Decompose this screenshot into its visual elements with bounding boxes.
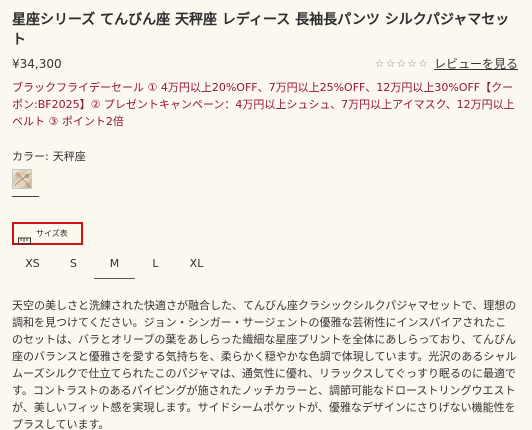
selected-color-name: 天秤座 bbox=[52, 150, 86, 163]
price-rating-row: ¥34,300 ☆ ☆ ☆ ☆ ☆ レビューを見る bbox=[12, 53, 518, 75]
promotion-text: ブラックフライデーセール ① 4万円以上20%OFF、7万円以上25%OFF、1… bbox=[12, 81, 515, 128]
star-icon: ☆ bbox=[374, 57, 385, 70]
product-page: 星座シリーズ てんびん座 天秤座 レディース 長袖長パンツ シルクパジャマセット… bbox=[0, 0, 532, 430]
star-icon: ☆ bbox=[418, 57, 428, 70]
star-icon: ☆ bbox=[407, 57, 418, 70]
size-option-l[interactable]: L bbox=[135, 247, 176, 281]
color-label-row: カラー: 天秤座 bbox=[12, 149, 520, 165]
size-option-xs[interactable]: XS bbox=[12, 247, 53, 281]
rating-stars: ☆ ☆ ☆ ☆ ☆ bbox=[375, 57, 428, 71]
size-option-xl[interactable]: XL bbox=[176, 247, 217, 281]
star-icon: ☆ bbox=[396, 57, 407, 70]
product-price: ¥34,300 bbox=[12, 57, 62, 71]
size-selector: XS S M L XL bbox=[12, 247, 242, 281]
product-title: 星座シリーズ てんびん座 天秤座 レディース 長袖長パンツ シルクパジャマセット bbox=[12, 12, 510, 48]
color-label: カラー: bbox=[12, 150, 49, 163]
size-guide-label: サイズ表 bbox=[36, 228, 68, 238]
size-option-s[interactable]: S bbox=[53, 247, 94, 281]
product-description: 天空の美しさと洗練された快適さが融合した、てんびん座クラシックシルクパジャマセッ… bbox=[12, 299, 517, 430]
floral-pattern-swatch-icon bbox=[12, 169, 32, 189]
ruler-icon bbox=[18, 230, 31, 244]
star-icon: ☆ bbox=[385, 57, 396, 70]
size-option-m[interactable]: M bbox=[94, 247, 135, 281]
selected-swatch-indicator bbox=[12, 196, 39, 197]
view-reviews-link[interactable]: レビューを見る bbox=[434, 55, 518, 73]
rating-summary: ☆ ☆ ☆ ☆ ☆ レビューを見る bbox=[375, 55, 518, 73]
color-swatch-option[interactable] bbox=[12, 169, 39, 197]
size-guide-button[interactable]: サイズ表 bbox=[12, 222, 83, 245]
